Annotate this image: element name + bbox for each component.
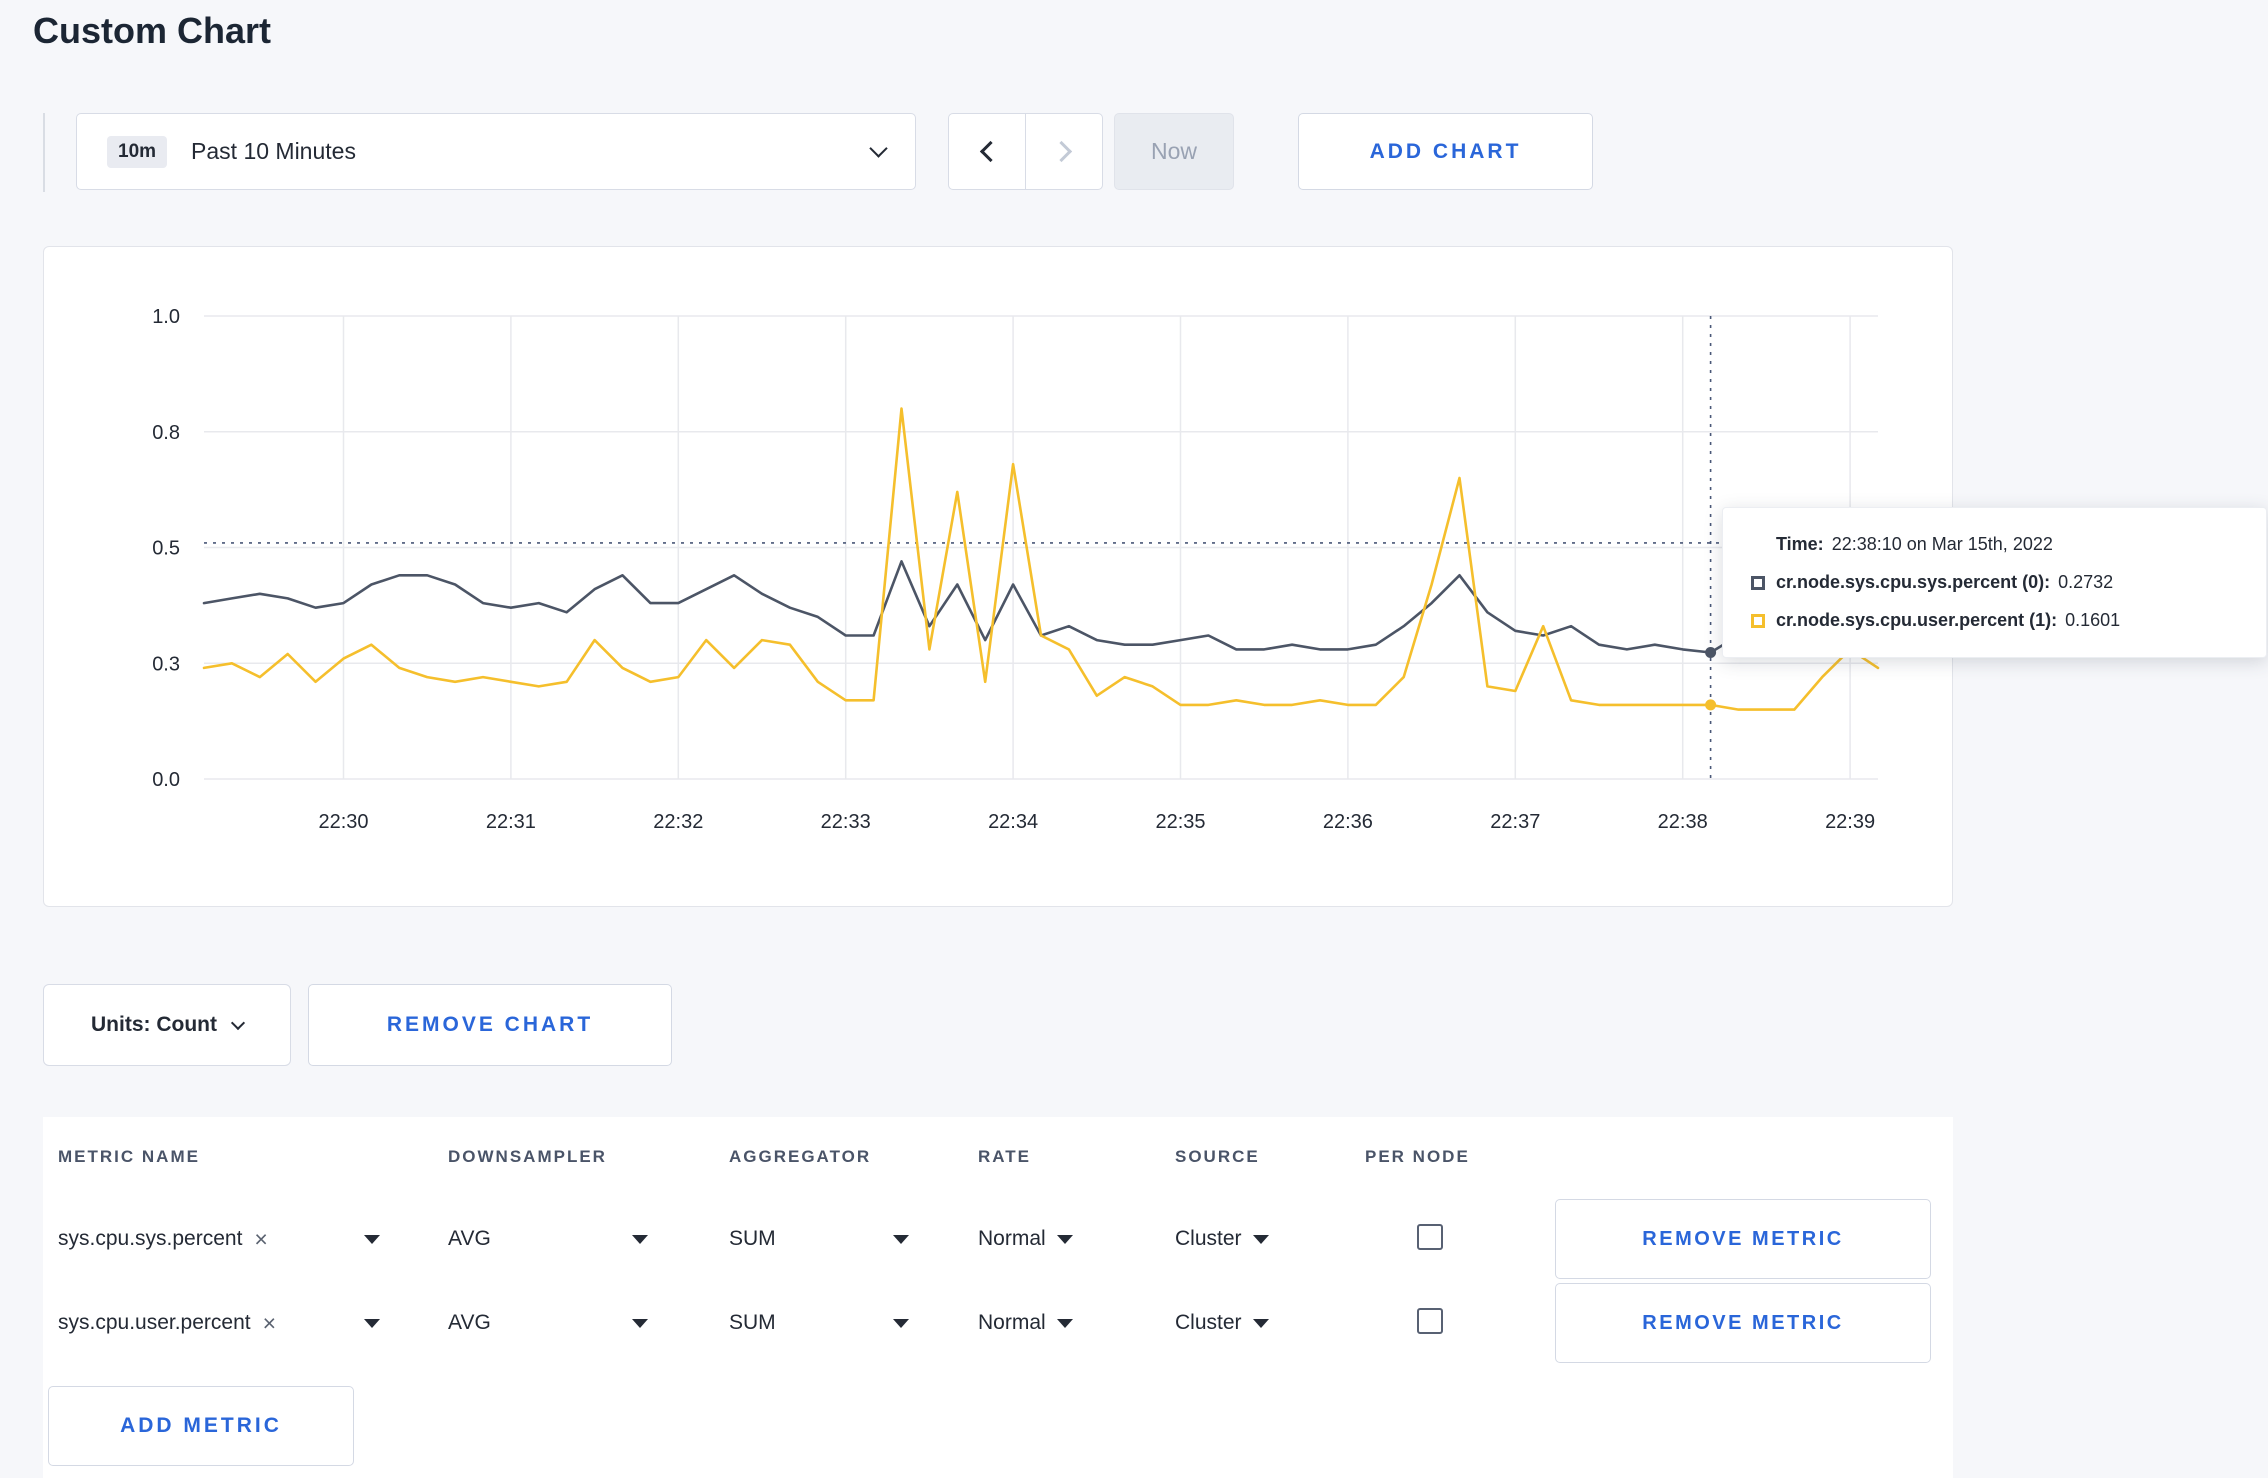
rate-select[interactable]: Normal <box>978 1311 1073 1335</box>
svg-text:22:35: 22:35 <box>1155 811 1205 833</box>
svg-text:22:31: 22:31 <box>486 811 536 833</box>
caret-down-icon <box>893 1234 909 1244</box>
controls-divider <box>43 113 45 192</box>
remove-chart-button[interactable]: REMOVE CHART <box>308 984 672 1066</box>
tooltip-time-value: 22:38:10 on Mar 15th, 2022 <box>1831 534 2053 554</box>
svg-text:22:32: 22:32 <box>653 811 703 833</box>
caret-down-icon <box>1056 1318 1073 1328</box>
tooltip-series-label: cr.node.sys.cpu.sys.percent (0): <box>1776 572 2051 592</box>
column-header-source: SOURCE <box>1175 1147 1260 1166</box>
svg-text:0.0: 0.0 <box>152 769 180 791</box>
caret-down-icon <box>1252 1234 1269 1244</box>
svg-text:22:30: 22:30 <box>318 811 368 833</box>
column-header-aggregator: AGGREGATOR <box>729 1147 872 1166</box>
metric-name-value: sys.cpu.user.percent <box>58 1311 251 1334</box>
column-header-downsampler: DOWNSAMPLER <box>448 1147 607 1166</box>
time-range-select[interactable]: 10m Past 10 Minutes <box>76 113 916 190</box>
clear-metric-icon[interactable]: × <box>254 1227 267 1251</box>
source-select[interactable]: Cluster <box>1175 1311 1269 1335</box>
chevron-right-icon <box>1050 140 1072 163</box>
svg-text:22:37: 22:37 <box>1490 811 1540 833</box>
metrics-line-chart[interactable]: 1.0 0.8 0.5 0.3 0.0 22:30 22:31 22:32 22:33 22:34… <box>44 247 1952 903</box>
chart-card: 1.0 0.8 0.5 0.3 0.0 22:30 22:31 22:32 22:33 22:34… <box>43 246 2267 907</box>
prev-time-button[interactable] <box>948 113 1026 190</box>
aggregator-value: SUM <box>729 1311 776 1334</box>
remove-metric-button[interactable]: REMOVE METRIC <box>1555 1283 1931 1363</box>
time-nav-group <box>948 113 1103 190</box>
caret-down-icon <box>364 1234 380 1244</box>
metric-row: sys.cpu.user.percent × AVG SUM Normal Cl… <box>43 1281 1953 1365</box>
downsampler-value: AVG <box>448 1227 491 1250</box>
svg-text:22:38: 22:38 <box>1658 811 1708 833</box>
tooltip-series-row: cr.node.sys.cpu.sys.percent (0): 0.2732 <box>1751 572 2238 593</box>
rate-value: Normal <box>978 1311 1046 1334</box>
source-value: Cluster <box>1175 1227 1242 1250</box>
metric-name-value: sys.cpu.sys.percent <box>58 1227 243 1250</box>
column-header-rate: RATE <box>978 1147 1032 1166</box>
now-button[interactable]: Now <box>1114 113 1234 190</box>
tooltip-series-value: 0.1601 <box>2065 610 2121 630</box>
svg-text:22:34: 22:34 <box>988 811 1038 833</box>
tooltip-series-row: cr.node.sys.cpu.user.percent (1): 0.1601 <box>1751 610 2238 631</box>
chevron-down-icon <box>869 139 888 158</box>
metrics-table: METRIC NAME DOWNSAMPLER AGGREGATOR RATE … <box>43 1117 1953 1478</box>
per-node-checkbox[interactable] <box>1417 1307 1443 1334</box>
tooltip-time-label: Time: <box>1776 534 1824 554</box>
units-label: Units: Count <box>91 1013 217 1036</box>
rate-value: Normal <box>978 1227 1046 1250</box>
next-time-button[interactable] <box>1025 113 1103 190</box>
chart-tooltip: Time: 22:38:10 on Mar 15th, 2022 cr.node… <box>1722 507 2267 658</box>
aggregator-select[interactable]: SUM <box>729 1227 909 1251</box>
svg-text:0.3: 0.3 <box>152 653 180 675</box>
metric-name-select[interactable]: sys.cpu.user.percent × <box>58 1311 380 1335</box>
clear-metric-icon[interactable]: × <box>263 1311 276 1335</box>
caret-down-icon <box>893 1318 909 1328</box>
svg-text:1.0: 1.0 <box>152 306 180 328</box>
column-header-per-node: PER NODE <box>1365 1147 1470 1166</box>
time-range-label: Past 10 Minutes <box>191 138 356 164</box>
add-chart-button[interactable]: ADD CHART <box>1298 113 1593 190</box>
svg-text:22:36: 22:36 <box>1323 811 1373 833</box>
svg-text:22:39: 22:39 <box>1825 811 1875 833</box>
tooltip-series-label: cr.node.sys.cpu.user.percent (1): <box>1776 610 2058 630</box>
rate-select[interactable]: Normal <box>978 1227 1073 1251</box>
add-metric-button[interactable]: ADD METRIC <box>48 1386 354 1466</box>
chevron-left-icon <box>979 140 1001 163</box>
caret-down-icon <box>632 1318 648 1328</box>
per-node-checkbox[interactable] <box>1417 1223 1443 1250</box>
svg-text:0.5: 0.5 <box>152 538 180 560</box>
svg-text:0.8: 0.8 <box>152 422 180 444</box>
svg-text:22:33: 22:33 <box>821 811 871 833</box>
caret-down-icon <box>1056 1234 1073 1244</box>
metric-row: sys.cpu.sys.percent × AVG SUM Normal Clu… <box>43 1197 1953 1281</box>
source-select[interactable]: Cluster <box>1175 1227 1269 1251</box>
caret-down-icon <box>364 1318 380 1328</box>
units-select[interactable]: Units: Count <box>43 984 291 1066</box>
aggregator-select[interactable]: SUM <box>729 1311 909 1335</box>
downsampler-value: AVG <box>448 1311 491 1334</box>
column-header-metric-name: METRIC NAME <box>58 1147 200 1166</box>
source-value: Cluster <box>1175 1311 1242 1334</box>
series-user-swatch-icon <box>1751 613 1765 628</box>
tooltip-time-row: Time: 22:38:10 on Mar 15th, 2022 <box>1751 534 2238 555</box>
tooltip-series-value: 0.2732 <box>2058 572 2114 592</box>
chevron-down-icon <box>230 1015 246 1031</box>
series-sys-swatch-icon <box>1751 575 1765 590</box>
downsampler-select[interactable]: AVG <box>448 1311 648 1335</box>
remove-metric-button[interactable]: REMOVE METRIC <box>1555 1199 1931 1279</box>
metrics-table-header: METRIC NAME DOWNSAMPLER AGGREGATOR RATE … <box>43 1117 1953 1197</box>
downsampler-select[interactable]: AVG <box>448 1227 648 1251</box>
time-range-badge: 10m <box>107 135 168 168</box>
page-title: Custom Chart <box>33 10 272 51</box>
aggregator-value: SUM <box>729 1227 776 1250</box>
caret-down-icon <box>1252 1318 1269 1328</box>
metric-name-select[interactable]: sys.cpu.sys.percent × <box>58 1227 380 1251</box>
caret-down-icon <box>632 1234 648 1244</box>
